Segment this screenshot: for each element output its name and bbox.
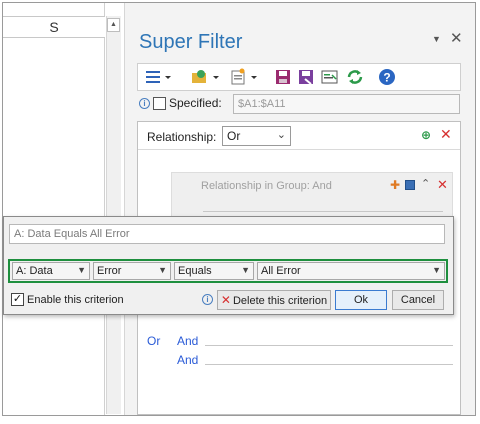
add-group-icon[interactable]: ⊕ <box>421 128 431 142</box>
column-select[interactable]: A: Data ▼ <box>12 262 90 280</box>
criterion-summary-field[interactable]: A: Data Equals All Error <box>9 224 445 244</box>
type-select[interactable]: Error ▼ <box>93 262 171 280</box>
open-scenario-icon[interactable] <box>190 67 222 87</box>
operator-select[interactable]: Equals ▼ <box>174 262 254 280</box>
criterion-line[interactable] <box>205 345 453 346</box>
relationship-value: Or <box>227 129 241 143</box>
collapse-icon[interactable]: ⌃ <box>421 177 430 190</box>
specified-range-input[interactable]: $A1:$A11 <box>233 94 460 114</box>
chevron-down-icon: ▼ <box>432 265 441 275</box>
criterion-line[interactable] <box>205 364 453 365</box>
delete-icon: ✕ <box>220 293 231 307</box>
or-relationship-label[interactable]: Or <box>147 334 160 348</box>
type-select-value: Error <box>97 265 122 277</box>
specified-label: Specified: <box>169 96 222 110</box>
svg-text:?: ? <box>383 71 390 85</box>
enable-criterion-checkbox[interactable]: ✓ <box>11 293 24 306</box>
delete-icon[interactable]: ✕ <box>440 126 452 143</box>
save-icon[interactable] <box>274 67 292 87</box>
enable-criterion-label[interactable]: Enable this criterion <box>27 294 124 306</box>
delete-criterion-label: Delete this criterion <box>232 295 328 307</box>
chevron-down-icon: ▼ <box>241 265 250 275</box>
pane-options-icon[interactable]: ▼ <box>432 34 441 44</box>
group-relationship-label[interactable]: Relationship in Group: And <box>201 180 332 192</box>
info-icon[interactable]: i <box>139 98 150 109</box>
chevron-down-icon: ▼ <box>77 265 86 275</box>
delete-group-icon[interactable]: ✕ <box>437 177 448 193</box>
column-header-s[interactable]: S <box>3 16 105 38</box>
relationship-select[interactable]: Or ⌄ <box>222 126 291 146</box>
ok-button[interactable]: Ok <box>335 290 387 310</box>
new-scenario-icon[interactable] <box>229 67 261 87</box>
value-select-value: All Error <box>261 265 301 277</box>
cancel-button[interactable]: Cancel <box>392 290 444 310</box>
operator-select-value: Equals <box>178 265 212 277</box>
help-icon[interactable]: ? <box>377 67 397 87</box>
info-icon[interactable]: i <box>202 294 213 305</box>
and-label[interactable]: And <box>177 334 198 348</box>
value-select[interactable]: All Error ▼ <box>257 262 445 280</box>
spreadsheet-area[interactable] <box>3 3 105 415</box>
close-icon[interactable]: ✕ <box>450 29 463 47</box>
menu-icon[interactable] <box>144 67 174 87</box>
scroll-up-icon[interactable]: ▲ <box>107 18 120 32</box>
relationship-label: Relationship: <box>147 130 217 144</box>
refresh-icon[interactable] <box>345 67 365 87</box>
chevron-down-icon: ▼ <box>158 265 167 275</box>
delete-criterion-button[interactable]: ✕ Delete this criterion <box>217 290 331 310</box>
column-select-value: A: Data <box>16 265 53 277</box>
specified-checkbox[interactable] <box>153 97 166 110</box>
vertical-scrollbar[interactable] <box>106 16 121 414</box>
pane-title: Super Filter <box>139 31 243 53</box>
add-criterion-icon[interactable]: ✚ <box>390 178 400 192</box>
export-icon[interactable] <box>320 67 340 87</box>
criterion-line[interactable] <box>203 211 443 212</box>
and-label[interactable]: And <box>177 353 198 367</box>
chevron-down-icon: ⌄ <box>276 129 286 141</box>
save-as-icon[interactable] <box>297 67 315 87</box>
copy-group-icon[interactable] <box>405 180 415 190</box>
